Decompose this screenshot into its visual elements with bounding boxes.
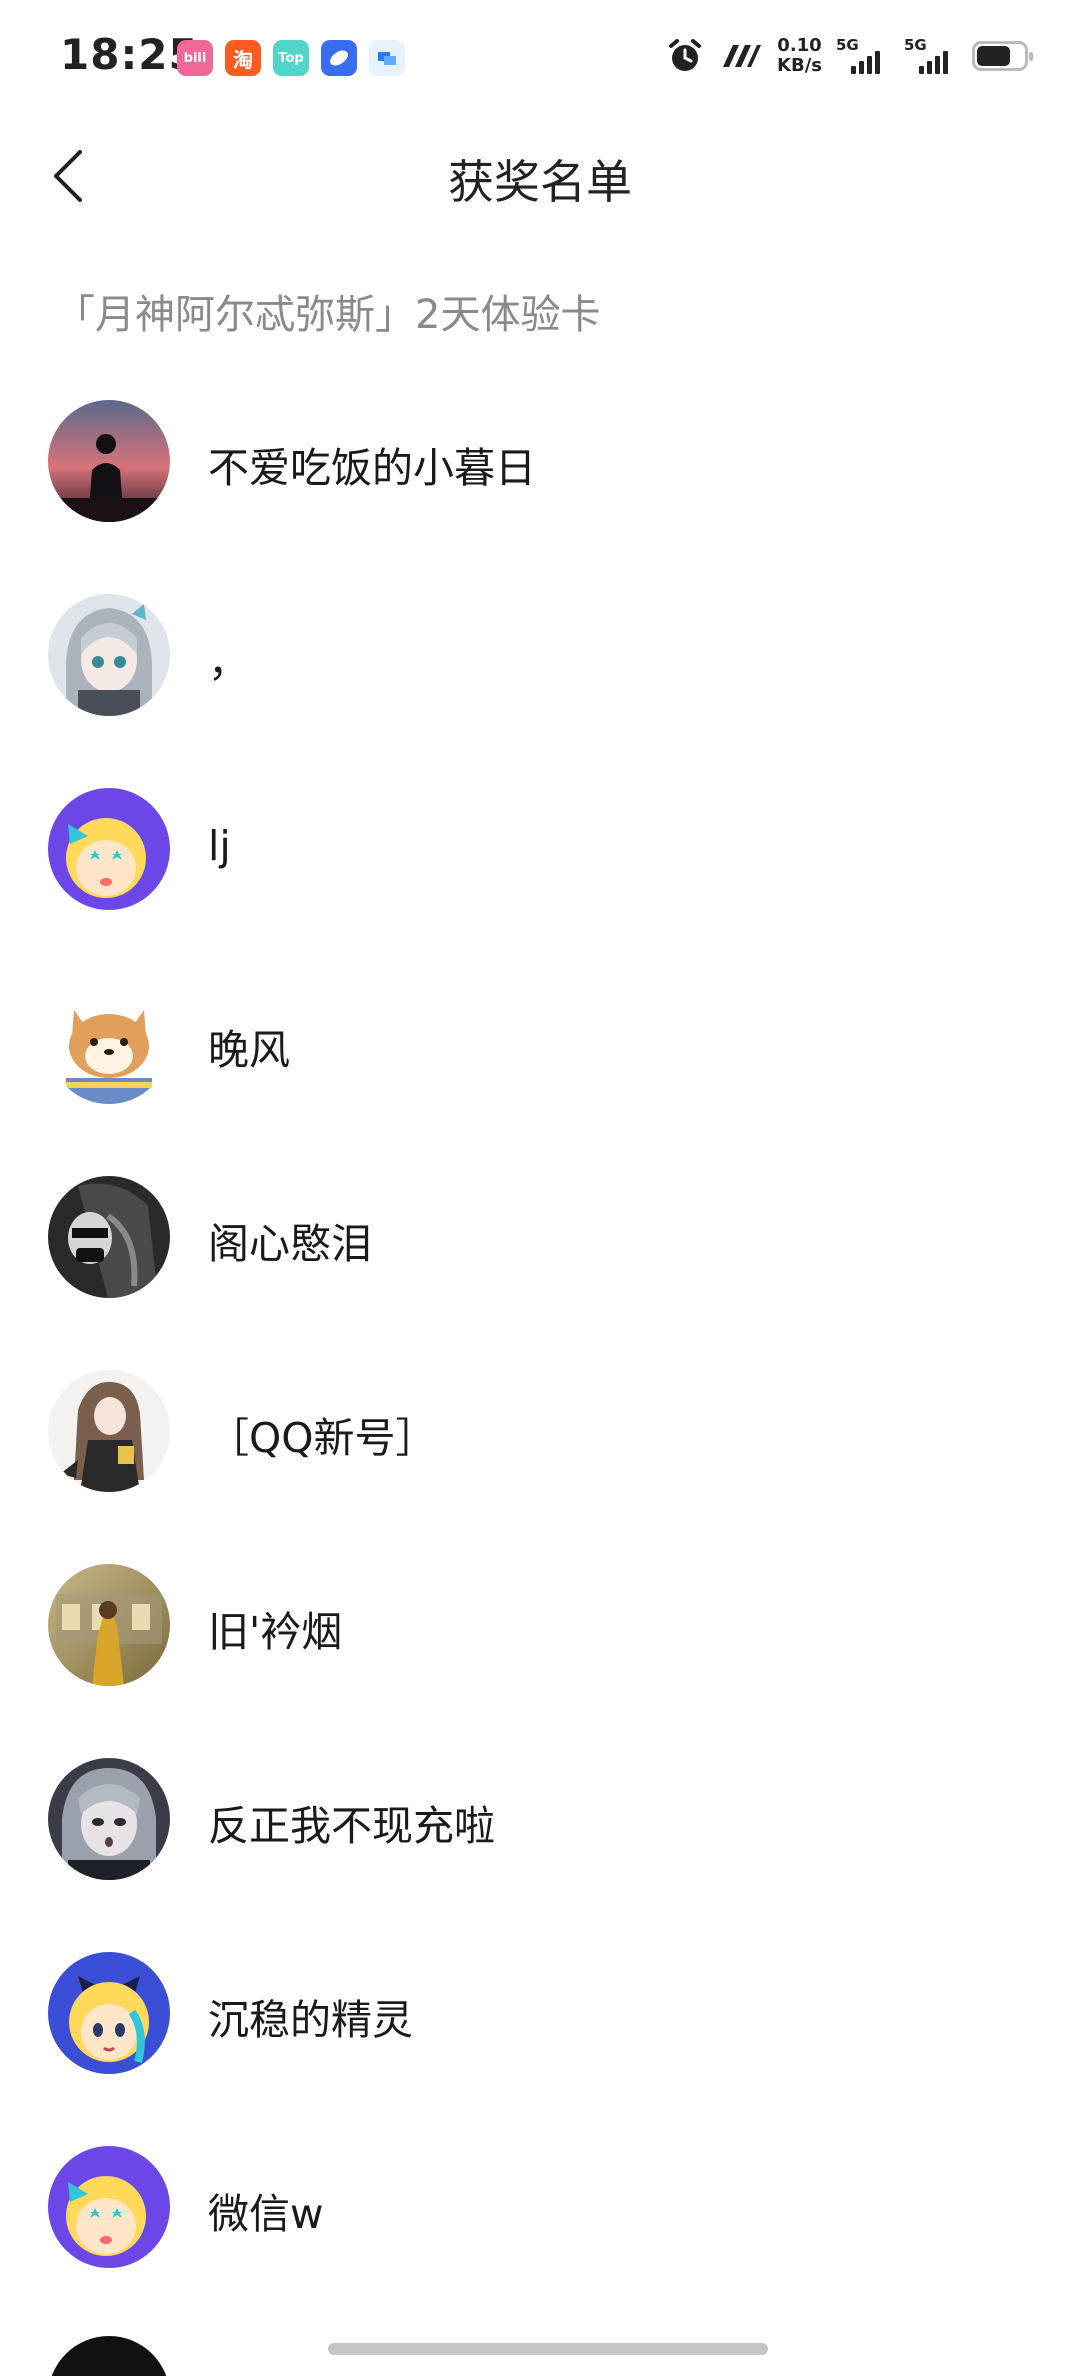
- winner-name: 不爱吃饭的小暮日: [208, 444, 536, 492]
- winner-name: 阁心愍泪: [208, 1220, 372, 1268]
- signal-2-icon: 5G: [904, 36, 958, 74]
- winner-row[interactable]: lj: [0, 782, 1080, 976]
- carrier-logo-icon: [723, 45, 762, 67]
- avatar[interactable]: [48, 400, 170, 522]
- winner-row[interactable]: 旧'衿烟: [0, 1558, 1080, 1752]
- top-app-icon: Top: [273, 40, 309, 76]
- notification-app-icons: bili 淘 Top: [177, 40, 405, 76]
- signal-1-icon: 5G: [836, 36, 890, 74]
- winner-name: 晚风: [208, 1026, 290, 1074]
- winner-row[interactable]: ，: [0, 588, 1080, 782]
- avatar[interactable]: [48, 1176, 170, 1298]
- winner-row[interactable]: 阁心愍泪: [0, 1170, 1080, 1364]
- avatar[interactable]: [48, 1564, 170, 1686]
- alarm-icon: [669, 39, 702, 71]
- nav-bar: 获奖名单: [0, 120, 1080, 230]
- page-title: 获奖名单: [448, 155, 632, 209]
- prize-title: 「月神阿尔忒弥斯」2天体验卡: [55, 292, 601, 338]
- status-bar: 18:25 bili 淘 Top 0.10 KB/s 5G 5G: [0, 0, 1080, 120]
- avatar[interactable]: [48, 1370, 170, 1492]
- avatar[interactable]: [48, 2336, 170, 2376]
- battery-icon: [972, 41, 1033, 71]
- winner-row[interactable]: 微信w: [0, 2140, 1080, 2334]
- avatar[interactable]: [48, 982, 170, 1104]
- winner-list: 不爱吃饭的小暮日 ， lj 晚风 阁心愍泪 ［QQ新号］ 旧'衿烟 反正我不现充…: [0, 394, 1080, 2334]
- chat-app-icon: [369, 40, 405, 76]
- winner-name: ，: [208, 638, 249, 686]
- winner-row[interactable]: 沉稳的精灵: [0, 1946, 1080, 2140]
- taobao-icon: 淘: [225, 40, 261, 76]
- network-speed: 0.10 KB/s: [777, 35, 822, 76]
- winner-name: 沉稳的精灵: [208, 1996, 413, 2044]
- winner-row[interactable]: 不爱吃饭的小暮日: [0, 394, 1080, 588]
- winner-name: 旧'衿烟: [208, 1608, 343, 1656]
- bilibili-icon: bili: [177, 40, 213, 76]
- winner-name: ［QQ新号］: [208, 1414, 437, 1462]
- status-indicators: 0.10 KB/s 5G 5G: [665, 35, 1033, 76]
- avatar[interactable]: [48, 1758, 170, 1880]
- winner-name: 反正我不现充啦: [208, 1802, 495, 1850]
- avatar[interactable]: [48, 788, 170, 910]
- winner-row[interactable]: 晚风: [0, 976, 1080, 1170]
- winner-row[interactable]: ［QQ新号］: [0, 1364, 1080, 1558]
- avatar[interactable]: [48, 1952, 170, 2074]
- avatar[interactable]: [48, 2146, 170, 2268]
- winner-name: 微信w: [208, 2190, 324, 2238]
- avatar[interactable]: [48, 594, 170, 716]
- winner-row[interactable]: 反正我不现充啦: [0, 1752, 1080, 1946]
- winner-name: lj: [208, 822, 231, 870]
- home-indicator[interactable]: [328, 2343, 768, 2355]
- blue-app-icon: [321, 40, 357, 76]
